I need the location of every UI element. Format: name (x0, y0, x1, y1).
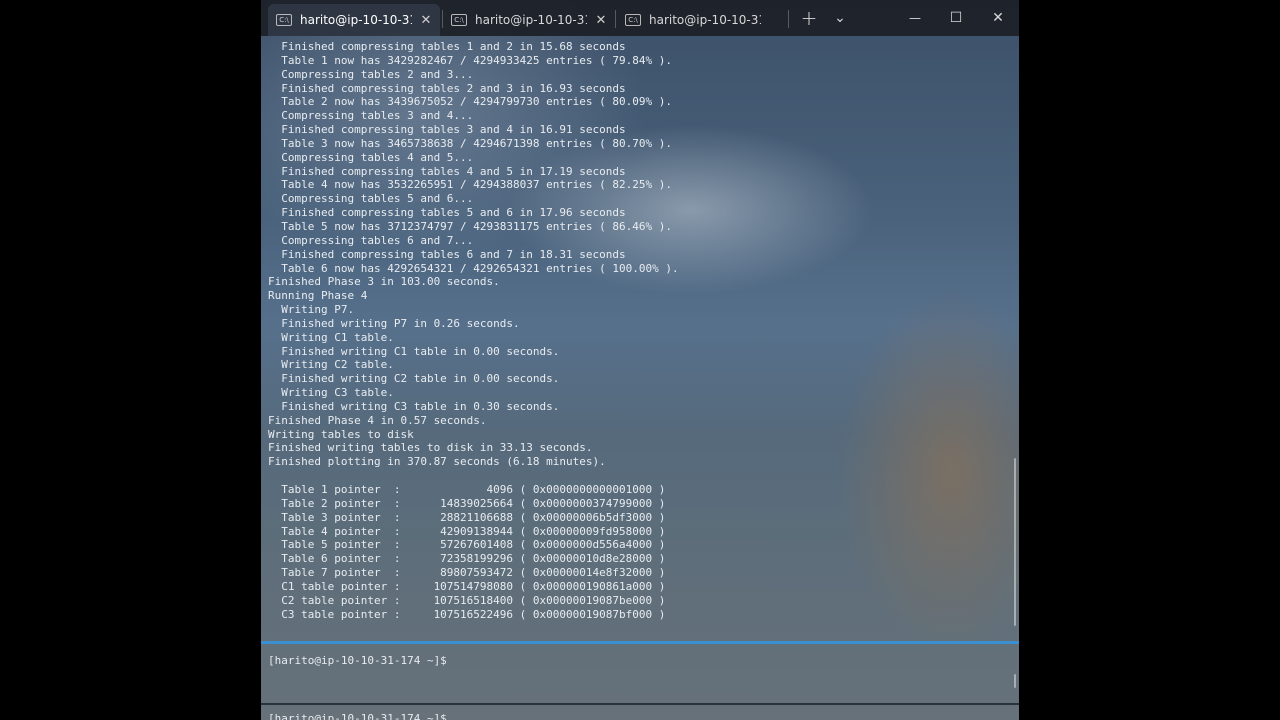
terminal-icon: C:\ (625, 14, 641, 26)
maximize-button[interactable]: ☐ (938, 0, 974, 36)
minimize-button[interactable]: — (897, 0, 933, 36)
terminal-window: C:\ harito@ip-10-10-31-17 ✕ C:\ harito@i… (261, 0, 1019, 720)
terminal-line: Writing tables to disk (268, 427, 414, 441)
terminal-line: Table 1 pointer : 4096 ( 0x0000000000001… (268, 483, 666, 496)
tab-separator (788, 10, 789, 28)
terminal-line: Finished compressing tables 4 and 5 in 1… (268, 164, 626, 178)
terminal-line: Compressing tables 4 and 5... (268, 150, 474, 164)
terminal-line: Compressing tables 3 and 4... (268, 109, 474, 123)
terminal-line: Table 4 now has 3532265951 / 4294388037 … (268, 178, 672, 192)
terminal-icon: C:\ (276, 14, 292, 26)
tab-bar: C:\ harito@ip-10-10-31-17 ✕ C:\ harito@i… (261, 0, 1019, 36)
terminal-line: Table 2 now has 3439675052 / 4294799730 … (268, 95, 672, 109)
terminal-prompt-secondary[interactable]: [harito@ip-10-10-31-174 ~]$ (268, 712, 447, 720)
terminal-line: Compressing tables 6 and 7... (268, 233, 474, 247)
close-icon[interactable]: ✕ (595, 13, 607, 28)
terminal-line: Finished compressing tables 2 and 3 in 1… (268, 81, 626, 95)
terminal-line: Finished compressing tables 3 and 4 in 1… (268, 123, 626, 137)
pane-divider (261, 703, 1019, 705)
terminal-line: Table 7 pointer : 89807593472 ( 0x000000… (268, 566, 666, 580)
terminal-line: Running Phase 4 (268, 289, 368, 303)
tab-terminal-3[interactable]: C:\ harito@ip-10-10-31-17 (617, 4, 789, 36)
terminal-line: C3 table pointer : 107516522496 ( 0x0000… (268, 607, 666, 621)
terminal-line: Finished writing P7 in 0.26 seconds. (268, 316, 520, 330)
tab-title: harito@ip-10-10-31-17 (649, 13, 761, 27)
window-close-button[interactable]: ✕ (980, 0, 1016, 36)
terminal-line: Finished Phase 4 in 0.57 seconds. (268, 413, 487, 427)
terminal-line: Table 1 now has 3429282467 / 4294933425 … (268, 53, 672, 67)
terminal-line: Finished writing C3 table in 0.30 second… (268, 399, 560, 413)
terminal-line: Finished writing tables to disk in 33.13… (268, 441, 593, 455)
tab-dropdown-button[interactable]: ⌄ (830, 0, 850, 36)
terminal-line: Compressing tables 2 and 3... (268, 67, 474, 81)
terminal-icon: C:\ (451, 14, 467, 26)
tab-terminal-2[interactable]: C:\ harito@ip-10-10-31-17 ✕ (443, 4, 615, 36)
pane-divider-active (261, 641, 1019, 644)
terminal-line: Finished writing C2 table in 0.00 second… (268, 372, 560, 386)
terminal-line: Finished compressing tables 6 and 7 in 1… (268, 247, 626, 261)
tab-title: harito@ip-10-10-31-17 (475, 13, 587, 27)
terminal-line: Table 2 pointer : 14839025664 ( 0x000000… (268, 496, 666, 510)
tab-title: harito@ip-10-10-31-17 (300, 13, 412, 27)
terminal-line: Finished compressing tables 1 and 2 in 1… (268, 40, 626, 53)
scrollbar-thumb[interactable] (1014, 674, 1016, 688)
terminal-line: Table 3 now has 3465738638 / 4294671398 … (268, 136, 672, 150)
terminal-line: Finished writing C1 table in 0.00 second… (268, 344, 560, 358)
close-icon[interactable]: ✕ (420, 13, 432, 28)
terminal-line: Writing C1 table. (268, 330, 394, 344)
scrollbar-thumb[interactable] (1014, 458, 1016, 626)
terminal-line: Writing P7. (268, 303, 355, 317)
terminal-line: Finished compressing tables 5 and 6 in 1… (268, 206, 626, 220)
terminal-line: Table 3 pointer : 28821106688 ( 0x000000… (268, 510, 666, 524)
terminal-line: Compressing tables 5 and 6... (268, 192, 474, 206)
terminal-line: Table 5 pointer : 57267601408 ( 0x000000… (268, 538, 666, 552)
new-tab-button[interactable]: + (799, 0, 819, 36)
terminal-line: Table 6 pointer : 72358199296 ( 0x000000… (268, 552, 666, 566)
terminal-line: Finished Phase 3 in 103.00 seconds. (268, 275, 500, 289)
terminal-line: Writing C3 table. (268, 386, 394, 400)
terminal-line: Table 6 now has 4292654321 / 4292654321 … (268, 261, 679, 275)
terminal-output[interactable]: Finished compressing tables 1 and 2 in 1… (268, 40, 679, 621)
terminal-line: Table 5 now has 3712374797 / 4293831175 … (268, 219, 672, 233)
tab-separator (615, 10, 616, 28)
terminal-line: C2 table pointer : 107516518400 ( 0x0000… (268, 593, 666, 607)
tab-terminal-1[interactable]: C:\ harito@ip-10-10-31-17 ✕ (268, 4, 440, 36)
terminal-line: Finished plotting in 370.87 seconds (6.1… (268, 455, 606, 469)
terminal-line: Table 4 pointer : 42909138944 ( 0x000000… (268, 524, 666, 538)
terminal-prompt[interactable]: [harito@ip-10-10-31-174 ~]$ (268, 654, 447, 668)
terminal-line: C1 table pointer : 107514798080 ( 0x0000… (268, 579, 666, 593)
terminal-line: Writing C2 table. (268, 358, 394, 372)
